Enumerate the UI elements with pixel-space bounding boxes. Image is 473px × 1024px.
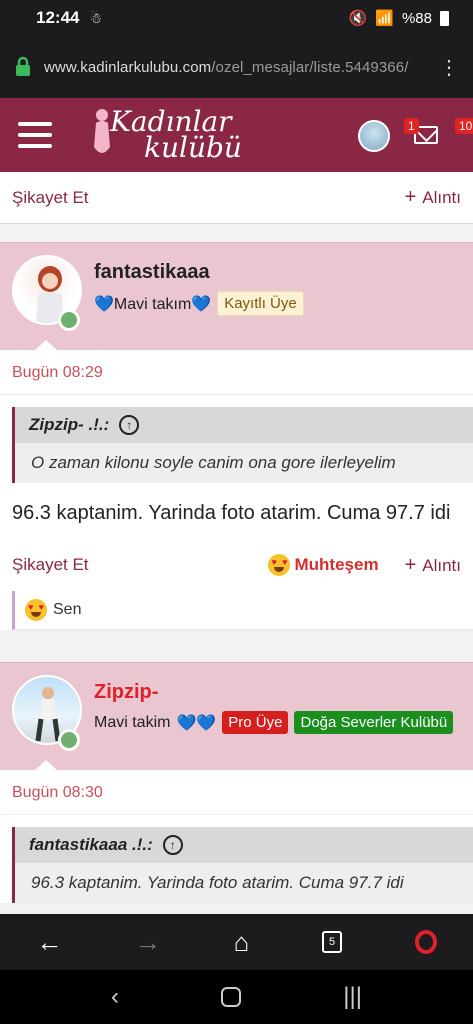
pro-badge: Pro Üye [222,711,289,734]
online-indicator [58,729,80,751]
quote-text: 96.3 kaptanim. Yarinda foto atarim. Cuma… [31,873,404,892]
browser-nav-bar: ← → ⌂ 5 [0,914,473,970]
arrow-up-icon[interactable]: ↑ [119,415,140,435]
post-actions: Şikayet Et Muhteşem +Alıntı [0,539,473,591]
mute-icon: 🔇 [348,10,368,27]
message: Bugün 08:30 fantastikaaa .!.: ↑ 96.3 kapt… [0,760,473,903]
logo-figure-icon [94,109,110,153]
username[interactable]: Zipzip- [94,681,158,704]
liked-by: Sen [53,601,82,618]
status-bar: 12:44 ☃ 🔇 📶 %88 [0,0,473,36]
lock-icon [16,56,30,76]
online-indicator [58,309,80,331]
username[interactable]: fantastikaaa [94,261,210,284]
alerts-badge: 10 [455,118,473,134]
home-icon[interactable]: ⌂ [234,927,250,958]
post-date[interactable]: Bugün 08:30 [0,770,473,815]
back-icon[interactable]: ← [36,927,62,958]
recent-apps-icon[interactable]: ||| [343,983,362,1011]
notification-icon: ☃ [89,9,103,26]
quote-author[interactable]: fantastikaaa .!.: [29,835,153,855]
post-author-header: Zipzip- Mavi takim 💙💙 Pro Üye Doğa Sever… [0,662,473,770]
report-link[interactable]: Şikayet Et [12,555,89,575]
user-title: Mavi takim 💙💙 Pro Üye Doğa Severler Kulü… [94,711,454,734]
tabs-icon[interactable]: 5 [322,931,343,953]
message: Bugün 08:29 Zipzip- .!.: ↑ O zaman kilonu… [0,340,473,630]
message-body: 96.3 kaptanim. Yarinda foto atarim. Cuma… [12,502,451,524]
quote-link[interactable]: + Alıntı [405,554,461,577]
quote-block: Zipzip- .!.: ↑ O zaman kilonu soyle canim… [12,407,473,483]
battery-icon [440,10,449,26]
opera-menu-icon[interactable] [414,930,437,954]
arrow-up-icon[interactable]: ↑ [162,835,183,855]
quote-author[interactable]: Zipzip- .!.: [29,415,109,435]
system-nav-bar: ‹ ||| [0,970,473,1024]
quote-text: O zaman kilonu soyle canim ona gore iler… [31,453,396,472]
system-home-icon[interactable] [221,987,242,1007]
heart-eyes-icon [268,554,291,576]
post-author-header: fantastikaaa 💙Mavi takım💙 Kayıtlı Üye [0,242,473,350]
clock: 12:44 [36,8,80,27]
quote-link[interactable]: + Alıntı [405,186,461,209]
heart-eyes-icon [25,599,47,621]
battery-text: %88 [401,9,432,27]
wifi-icon: 📶 [375,10,394,27]
mail-badge: 1 [404,118,419,134]
more-icon[interactable]: ⋮ [439,55,459,80]
reaction-button[interactable]: Muhteşem [268,554,379,576]
plus-icon: + [404,186,417,208]
post-actions-prev: Şikayet Et + Alıntı [0,172,473,224]
site-header: Kadınlar kulübü [0,98,473,172]
message-list: Şikayet Et + Alıntı fantastikaaa 💙Mavi ta… [0,172,473,914]
reactions-list[interactable]: Sen [12,591,473,630]
club-badge: Doğa Severler Kulübü [294,711,454,734]
site-logo[interactable]: Kadınlar kulübü [94,108,242,162]
url-text[interactable]: www.kadinlarkulubu.com/ozel_mesajlar/lis… [44,59,439,76]
quote-block: fantastikaaa .!.: ↑ 96.3 kaptanim. Yarind… [12,827,473,903]
header-avatar[interactable] [358,120,390,152]
system-back-icon[interactable]: ‹ [111,983,119,1011]
post-date[interactable]: Bugün 08:29 [0,350,473,395]
forward-icon[interactable]: → [135,927,161,958]
user-title: 💙Mavi takım💙 Kayıtlı Üye [94,291,304,316]
report-link[interactable]: Şikayet Et [12,188,89,208]
plus-icon: + [404,553,417,576]
member-badge: Kayıtlı Üye [217,291,304,316]
menu-icon[interactable] [18,122,52,148]
browser-address-bar[interactable]: www.kadinlarkulubu.com/ozel_mesajlar/lis… [0,36,473,98]
